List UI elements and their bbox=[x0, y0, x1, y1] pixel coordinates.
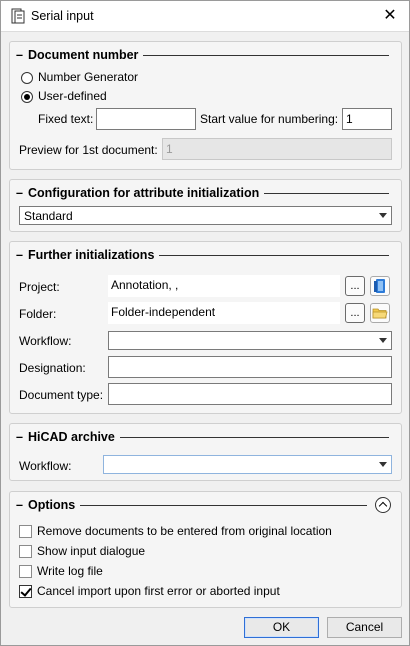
user-defined-label[interactable]: User-defined bbox=[38, 89, 107, 103]
dropdown-arrow-icon bbox=[379, 462, 387, 467]
group-title: Further initializations bbox=[28, 248, 160, 262]
hicad-archive-group: – HiCAD archive Workflow: bbox=[9, 423, 402, 481]
folder-browse-button[interactable]: ... bbox=[345, 303, 365, 323]
option-checkbox-1[interactable] bbox=[19, 545, 32, 558]
group-header: – HiCAD archive bbox=[16, 430, 389, 446]
folder-label: Folder: bbox=[19, 307, 57, 321]
designation-label: Designation: bbox=[19, 361, 86, 375]
folder-open-button[interactable] bbox=[370, 303, 390, 323]
title-bar: Serial input ✕ bbox=[1, 1, 409, 32]
option-checkbox-2[interactable] bbox=[19, 565, 32, 578]
project-browse-button[interactable]: ... bbox=[345, 276, 365, 296]
further-initializations-group: – Further initializations Project: Annot… bbox=[9, 241, 402, 414]
group-title: HiCAD archive bbox=[28, 430, 120, 444]
preview-label: Preview for 1st document: bbox=[19, 143, 158, 157]
configuration-select[interactable]: Standard bbox=[19, 206, 392, 225]
project-field: Annotation, , bbox=[108, 275, 340, 297]
preview-input: 1 bbox=[162, 138, 392, 160]
hicad-workflow-label: Workflow: bbox=[19, 459, 72, 473]
collapse-options-button[interactable] bbox=[375, 497, 391, 513]
close-icon: ✕ bbox=[383, 7, 397, 24]
start-value-label: Start value for numbering: bbox=[200, 112, 339, 126]
folder-icon bbox=[372, 308, 388, 319]
start-value-input[interactable]: 1 bbox=[342, 108, 392, 130]
ok-button[interactable]: OK bbox=[244, 617, 319, 638]
designation-input[interactable] bbox=[108, 356, 392, 378]
hicad-workflow-select[interactable] bbox=[103, 455, 392, 474]
project-open-button[interactable] bbox=[370, 276, 390, 296]
group-title: Document number bbox=[28, 48, 144, 62]
group-title: Options bbox=[28, 498, 81, 512]
group-header: – Document number bbox=[16, 48, 389, 64]
dropdown-arrow-icon bbox=[379, 338, 387, 343]
option-label-1[interactable]: Show input dialogue bbox=[37, 544, 145, 558]
option-label-3[interactable]: Cancel import upon first error or aborte… bbox=[37, 584, 280, 598]
fixed-text-label: Fixed text: bbox=[38, 112, 94, 126]
workflow-select[interactable] bbox=[108, 331, 392, 350]
book-icon bbox=[374, 279, 385, 293]
dropdown-arrow-icon bbox=[379, 213, 387, 218]
option-label-2[interactable]: Write log file bbox=[37, 564, 103, 578]
close-button[interactable]: ✕ bbox=[375, 4, 405, 28]
number-generator-radio[interactable] bbox=[21, 72, 33, 84]
workflow-label: Workflow: bbox=[19, 334, 72, 348]
option-checkbox-3[interactable] bbox=[19, 585, 32, 598]
option-checkbox-0[interactable] bbox=[19, 525, 32, 538]
app-icon bbox=[11, 8, 25, 24]
project-label: Project: bbox=[19, 280, 60, 294]
configuration-select-value: Standard bbox=[24, 209, 73, 223]
serial-input-dialog: Serial input ✕ – Document number Number … bbox=[0, 0, 410, 646]
number-generator-label[interactable]: Number Generator bbox=[38, 70, 138, 84]
options-group: – Options Remove documents to be entered… bbox=[9, 491, 402, 608]
group-header: – Further initializations bbox=[16, 248, 389, 264]
cancel-button[interactable]: Cancel bbox=[327, 617, 402, 638]
folder-field: Folder-independent bbox=[108, 302, 340, 324]
configuration-group: – Configuration for attribute initializa… bbox=[9, 179, 402, 232]
document-number-group: – Document number Number Generator User-… bbox=[9, 41, 402, 170]
group-header: – Options bbox=[16, 498, 367, 514]
document-type-label: Document type: bbox=[19, 388, 104, 402]
document-type-input[interactable] bbox=[108, 383, 392, 405]
group-header: – Configuration for attribute initializa… bbox=[16, 186, 389, 202]
option-label-0[interactable]: Remove documents to be entered from orig… bbox=[37, 524, 332, 538]
user-defined-radio[interactable] bbox=[21, 91, 33, 103]
group-title: Configuration for attribute initializati… bbox=[28, 186, 265, 200]
fixed-text-input[interactable] bbox=[96, 108, 196, 130]
window-title: Serial input bbox=[31, 9, 94, 23]
